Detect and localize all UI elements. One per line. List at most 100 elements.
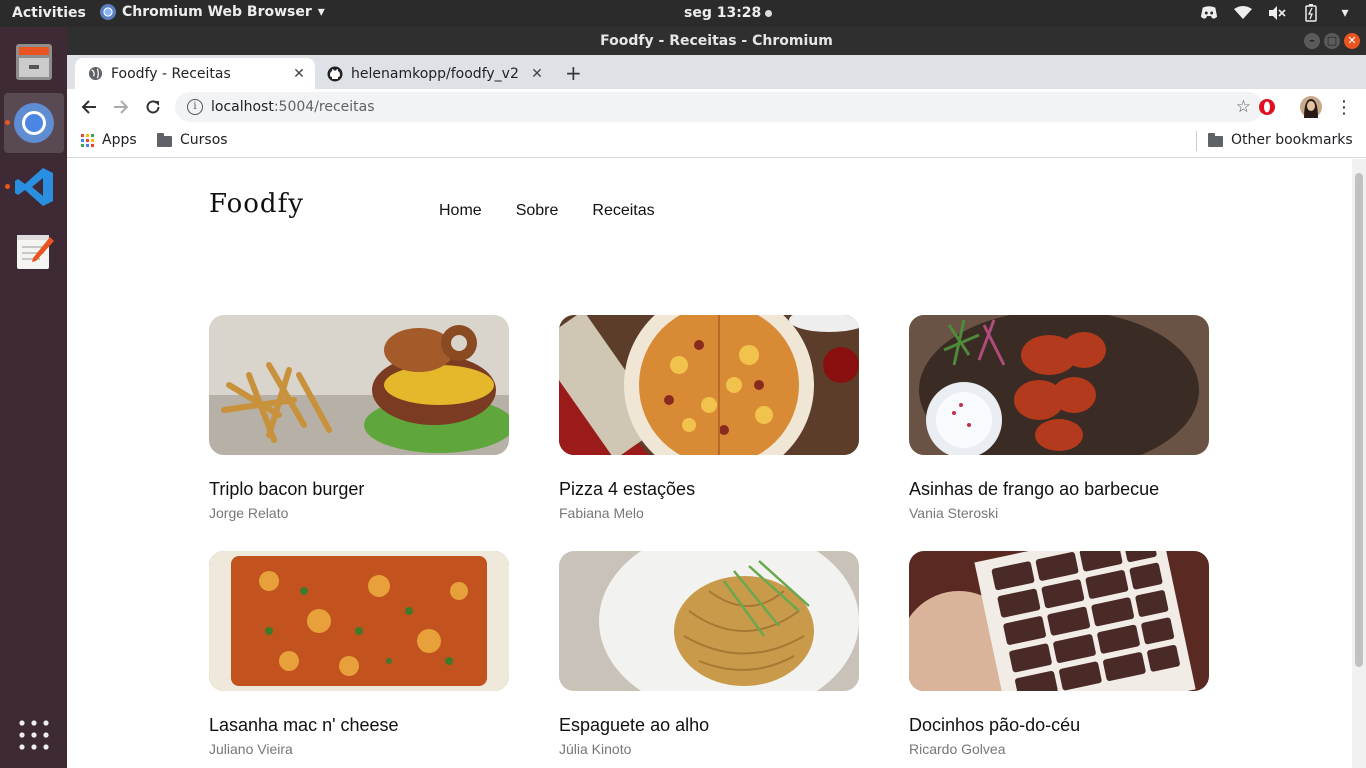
bookmark-star-icon[interactable]: ☆ [1236, 97, 1251, 117]
wifi-icon[interactable] [1234, 4, 1252, 22]
back-button[interactable] [77, 95, 101, 119]
files-app[interactable] [4, 32, 64, 92]
recipe-title[interactable]: Lasanha mac n' cheese [209, 715, 509, 736]
folder-icon [1208, 132, 1223, 147]
file-cabinet-icon [16, 44, 52, 80]
chromium-icon [14, 103, 54, 143]
reload-icon [146, 100, 160, 114]
forward-button[interactable] [109, 95, 133, 119]
bookmark-label: Apps [102, 132, 137, 148]
info-icon[interactable]: i [187, 99, 203, 115]
arrow-right-icon [114, 100, 129, 114]
recipe-author: Júlia Kinoto [559, 741, 632, 757]
nav-receitas[interactable]: Receitas [592, 202, 654, 220]
window-titlebar[interactable]: Foodfy - Receitas - Chromium – □ ✕ [67, 27, 1366, 55]
notepad-icon [17, 235, 54, 269]
running-indicator [5, 120, 10, 125]
avatar[interactable] [1300, 96, 1322, 118]
recipe-author: Fabiana Melo [559, 505, 644, 521]
bookmark-label: Cursos [180, 132, 228, 148]
tab-strip: Foodfy - Receitas ✕ helenamkopp/foodfy_v… [67, 55, 1366, 89]
opera-extension-icon[interactable] [1256, 96, 1278, 118]
running-indicator [5, 184, 10, 189]
close-window-button[interactable]: ✕ [1344, 33, 1360, 49]
nav-sobre[interactable]: Sobre [516, 202, 559, 220]
recipe-title[interactable]: Docinhos pão-do-céu [909, 715, 1209, 736]
close-tab-icon[interactable]: ✕ [289, 66, 309, 82]
recipe-card[interactable]: Triplo bacon burger Jorge Relato [209, 315, 509, 521]
address-bar[interactable]: i localhost:5004/receitas ☆ [175, 92, 1263, 122]
tab-foodfy[interactable]: Foodfy - Receitas ✕ [75, 58, 315, 89]
apps-grid-icon [81, 133, 94, 147]
notification-dot [765, 9, 773, 17]
activities-button[interactable]: Activities [12, 5, 86, 21]
recipe-title[interactable]: Asinhas de frango ao barbecue [909, 479, 1209, 500]
menu-kebab-icon[interactable]: ⋮ [1333, 96, 1355, 118]
tab-title: helenamkopp/foodfy_v2 [351, 65, 519, 82]
gnome-top-bar: Activities Chromium Web Browser ▾ seg 13… [0, 0, 1366, 27]
nav-home[interactable]: Home [439, 202, 482, 220]
show-applications-button[interactable] [4, 705, 64, 765]
recipe-image[interactable] [209, 551, 509, 691]
page-scrollbar[interactable] [1352, 159, 1366, 768]
minimize-button[interactable]: – [1304, 33, 1320, 49]
clock-label: seg 13:28 [684, 5, 762, 21]
recipe-card[interactable]: Docinhos pão-do-céu Ricardo Golvea [909, 551, 1209, 757]
reload-button[interactable] [141, 95, 165, 119]
recipe-card[interactable]: Espaguete ao alho Júlia Kinoto [559, 551, 859, 757]
text-editor-app[interactable] [4, 221, 64, 281]
vscode-icon [15, 168, 53, 206]
recipe-author: Jorge Relato [209, 505, 289, 521]
bookmark-folder-cursos[interactable]: Cursos [157, 132, 228, 148]
url-host: localhost [211, 99, 274, 115]
recipe-card[interactable]: Lasanha mac n' cheese Juliano Vieira [209, 551, 509, 757]
recipe-image[interactable] [209, 315, 509, 455]
recipe-card[interactable]: Asinhas de frango ao barbecue Vania Ster… [909, 315, 1209, 521]
recipe-image[interactable] [559, 551, 859, 691]
url-path: :5004/receitas [273, 99, 375, 115]
browser-toolbar: i localhost:5004/receitas ☆ ⋮ [67, 89, 1366, 125]
recipe-title[interactable]: Pizza 4 estações [559, 479, 859, 500]
close-tab-icon[interactable]: ✕ [527, 66, 547, 82]
bookmark-apps[interactable]: Apps [81, 132, 137, 148]
globe-icon [87, 66, 103, 82]
window-title: Foodfy - Receitas - Chromium [600, 33, 833, 49]
chevron-down-icon[interactable]: ▾ [1336, 4, 1354, 22]
tab-github[interactable]: helenamkopp/foodfy_v2 ✕ [315, 58, 553, 89]
chromium-icon [100, 4, 116, 20]
bookmarks-bar: Apps Cursos Other bookmarks [67, 125, 1366, 158]
volume-muted-icon[interactable] [1268, 4, 1286, 22]
clock[interactable]: seg 13:28 [684, 5, 773, 21]
recipe-author: Ricardo Golvea [909, 741, 1006, 757]
discord-icon[interactable] [1200, 4, 1218, 22]
bookmark-other[interactable]: Other bookmarks [1208, 132, 1353, 148]
maximize-button[interactable]: □ [1324, 33, 1340, 49]
main-nav: Home Sobre Receitas [439, 202, 655, 220]
arrow-left-icon [81, 100, 96, 114]
app-grid-icon [19, 720, 49, 750]
logo[interactable]: Foodfy [209, 189, 304, 219]
recipe-image[interactable] [909, 551, 1209, 691]
battery-icon[interactable] [1302, 4, 1320, 22]
bookmark-label: Other bookmarks [1231, 132, 1353, 148]
ubuntu-dock [0, 27, 67, 768]
scrollbar-thumb[interactable] [1355, 173, 1363, 667]
vscode-app[interactable] [4, 157, 64, 217]
recipe-card[interactable]: Pizza 4 estações Fabiana Melo [559, 315, 859, 521]
recipe-author: Vania Steroski [909, 505, 999, 521]
system-tray[interactable]: ▾ [1200, 4, 1354, 22]
recipe-image[interactable] [559, 315, 859, 455]
new-tab-button[interactable]: + [565, 61, 582, 85]
app-menu-label: Chromium Web Browser [122, 4, 312, 20]
recipe-author: Juliano Vieira [209, 741, 293, 757]
recipe-title[interactable]: Triplo bacon burger [209, 479, 509, 500]
separator [1196, 131, 1197, 151]
github-icon [327, 66, 343, 82]
chromium-app[interactable] [4, 93, 64, 153]
folder-icon [157, 132, 172, 147]
recipe-image[interactable] [909, 315, 1209, 455]
tab-title: Foodfy - Receitas [111, 65, 231, 82]
recipe-title[interactable]: Espaguete ao alho [559, 715, 859, 736]
app-menu[interactable]: Chromium Web Browser ▾ [100, 4, 325, 20]
page-viewport: Foodfy Home Sobre Receitas Triplo bacon … [67, 159, 1352, 768]
